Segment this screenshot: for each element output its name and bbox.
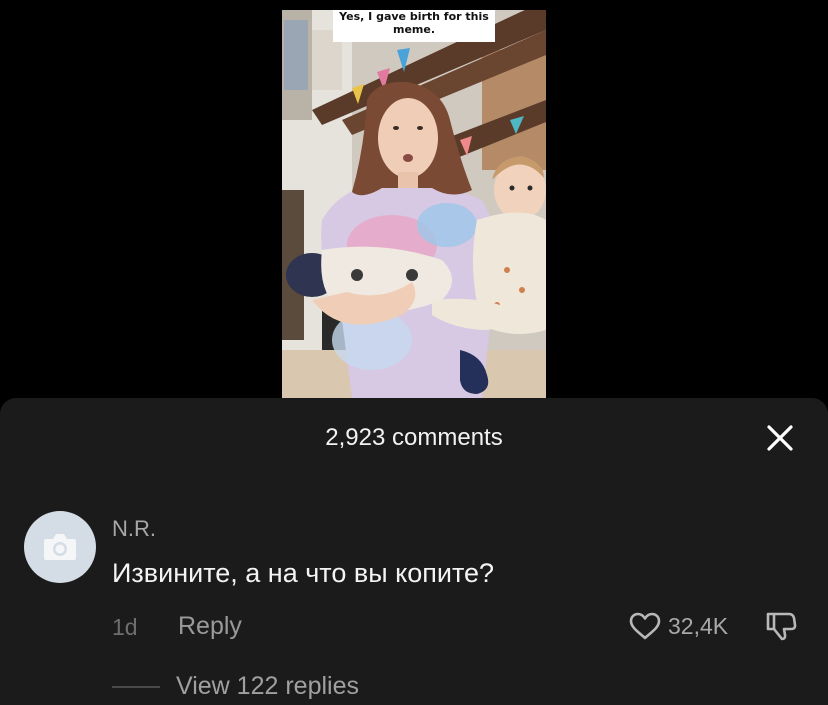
like-button[interactable]: 32,4K <box>628 610 728 642</box>
video-caption: Yes, I gave birth for this meme. <box>333 10 495 42</box>
comment-timestamp: 1d <box>112 614 138 640</box>
video-player[interactable]: Yes, I gave birth for this meme. <box>282 10 546 398</box>
comments-sheet: 2,923 comments N.R. Извините, а на что в… <box>0 398 828 705</box>
video-frame <box>282 10 546 398</box>
replies-divider <box>112 686 160 688</box>
dislike-button[interactable] <box>764 610 798 642</box>
comments-count-title: 2,923 comments <box>325 424 503 451</box>
reply-button[interactable]: Reply <box>178 612 242 641</box>
heart-icon <box>629 612 661 640</box>
avatar[interactable] <box>24 511 96 583</box>
view-replies-button[interactable]: View 122 replies <box>176 672 359 701</box>
thumbs-down-icon <box>766 612 797 641</box>
like-count: 32,4K <box>668 612 729 639</box>
camera-icon <box>44 534 76 560</box>
close-button[interactable] <box>764 422 796 454</box>
comment-text: Извините, а на что вы копите? <box>112 558 495 588</box>
comment-username[interactable]: N.R. <box>112 516 156 542</box>
close-icon <box>767 425 793 451</box>
